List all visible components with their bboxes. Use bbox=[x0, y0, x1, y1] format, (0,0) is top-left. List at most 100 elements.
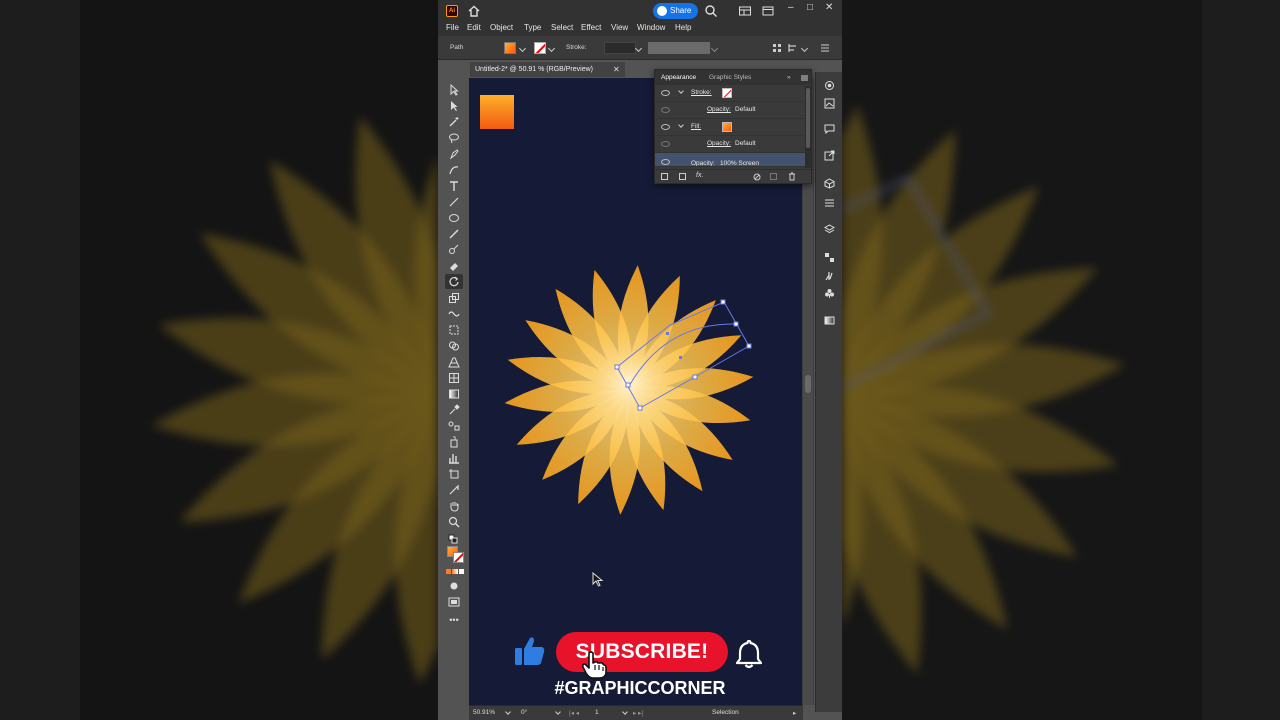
close-window-button[interactable]: ✕ bbox=[825, 2, 833, 13]
minimize-button[interactable]: – bbox=[788, 2, 794, 13]
curvature-tool-icon[interactable] bbox=[448, 164, 460, 176]
image-trace-icon[interactable] bbox=[824, 98, 835, 109]
blend-tool-icon[interactable] bbox=[448, 420, 460, 432]
slice-tool-icon[interactable] bbox=[448, 484, 460, 496]
menu-view[interactable]: View bbox=[611, 23, 628, 32]
3d-materials-icon[interactable] bbox=[824, 178, 835, 189]
direct-selection-tool-icon[interactable] bbox=[448, 100, 460, 112]
arrange-documents-icon[interactable] bbox=[761, 4, 775, 18]
shape-builder-tool-icon[interactable] bbox=[448, 340, 460, 352]
close-tab-icon[interactable]: ✕ bbox=[613, 65, 620, 74]
panel-menu-icon[interactable] bbox=[820, 43, 830, 53]
scrollbar-thumb[interactable] bbox=[805, 375, 811, 393]
collapse-panel-icon[interactable]: » bbox=[787, 74, 791, 81]
fill-swatch[interactable] bbox=[504, 42, 516, 54]
perspective-grid-tool-icon[interactable] bbox=[448, 356, 460, 368]
symbol-sprayer-tool-icon[interactable] bbox=[448, 436, 460, 448]
visibility-eye-icon[interactable] bbox=[661, 124, 670, 130]
stroke-weight-dropdown-icon[interactable] bbox=[634, 44, 643, 53]
menu-help[interactable]: Help bbox=[675, 23, 691, 32]
pen-tool-icon[interactable] bbox=[448, 148, 460, 160]
menu-edit[interactable]: Edit bbox=[467, 23, 481, 32]
comments-icon[interactable] bbox=[824, 124, 835, 135]
artboard-dropdown-icon[interactable] bbox=[622, 709, 628, 715]
rotation-value[interactable]: 0° bbox=[521, 709, 527, 716]
zoom-dropdown-icon[interactable] bbox=[505, 709, 511, 715]
hand-tool-icon[interactable] bbox=[448, 500, 460, 512]
stroke-attribute-swatch[interactable] bbox=[722, 88, 732, 98]
object-opacity-label[interactable]: Opacity: bbox=[691, 160, 715, 166]
expand-arrow-icon[interactable] bbox=[678, 88, 684, 94]
profile-dropdown-icon[interactable] bbox=[710, 44, 719, 53]
color-mode-buttons[interactable] bbox=[446, 569, 464, 574]
add-stroke-icon[interactable] bbox=[661, 173, 668, 180]
add-effect-icon[interactable]: fx. bbox=[696, 172, 703, 179]
lasso-tool-icon[interactable] bbox=[448, 132, 460, 144]
magic-wand-tool-icon[interactable] bbox=[448, 116, 460, 128]
fill-attribute-label[interactable]: Fill: bbox=[691, 123, 701, 130]
menu-effect[interactable]: Effect bbox=[581, 23, 601, 32]
visibility-eye-icon[interactable] bbox=[661, 141, 670, 147]
appearance-scrollbar-thumb[interactable] bbox=[806, 88, 810, 148]
fill-dropdown-icon[interactable] bbox=[518, 44, 527, 53]
stroke-opacity-label[interactable]: Opacity: bbox=[707, 106, 731, 113]
delete-item-icon[interactable] bbox=[788, 172, 796, 181]
share-button[interactable]: Share bbox=[653, 3, 698, 19]
libraries-icon[interactable] bbox=[824, 252, 835, 263]
appearance-row-object-opacity[interactable]: Opacity: 100% Screen bbox=[655, 153, 805, 167]
symbols-icon[interactable] bbox=[824, 288, 835, 299]
brushes-icon[interactable] bbox=[824, 270, 835, 281]
shaper-tool-icon[interactable] bbox=[448, 244, 460, 256]
variable-width-profile[interactable] bbox=[648, 42, 710, 54]
duplicate-item-icon[interactable] bbox=[770, 173, 777, 180]
stroke-color-box[interactable] bbox=[453, 552, 464, 563]
panel-options-icon[interactable] bbox=[801, 75, 808, 81]
appearance-row-stroke-opacity[interactable]: Opacity: Default bbox=[655, 102, 805, 119]
align-icon[interactable] bbox=[772, 43, 782, 53]
add-fill-icon[interactable] bbox=[679, 173, 686, 180]
appearance-scrollbar[interactable] bbox=[805, 86, 811, 168]
rotate-tool-icon[interactable] bbox=[445, 274, 463, 289]
visibility-eye-icon[interactable] bbox=[661, 107, 670, 113]
tab-graphic-styles[interactable]: Graphic Styles bbox=[709, 74, 751, 81]
transform-dropdown-icon[interactable] bbox=[800, 44, 809, 53]
stroke-attribute-label[interactable]: Stroke: bbox=[691, 89, 712, 96]
next-artboard-icon[interactable]: ▸ ▸| bbox=[633, 709, 643, 717]
home-icon[interactable] bbox=[467, 4, 481, 18]
screen-mode-icon[interactable] bbox=[448, 596, 460, 608]
appearance-panel-icon[interactable] bbox=[824, 80, 835, 91]
visibility-eye-icon[interactable] bbox=[661, 159, 670, 165]
maximize-button[interactable]: □ bbox=[807, 2, 813, 13]
menu-type[interactable]: Type bbox=[524, 23, 541, 32]
warp-tool-icon[interactable] bbox=[448, 308, 460, 320]
column-graph-tool-icon[interactable] bbox=[448, 452, 460, 464]
free-transform-tool-icon[interactable] bbox=[448, 324, 460, 336]
clear-appearance-icon[interactable] bbox=[753, 173, 761, 181]
zoom-tool-icon[interactable] bbox=[448, 516, 460, 528]
paintbrush-tool-icon[interactable] bbox=[448, 228, 460, 240]
gradient-panel-icon[interactable] bbox=[824, 315, 835, 326]
export-icon[interactable] bbox=[824, 150, 835, 161]
eyedropper-tool-icon[interactable] bbox=[448, 404, 460, 416]
ellipse-tool-icon[interactable] bbox=[448, 212, 460, 224]
status-menu-arrow-icon[interactable]: ▸ bbox=[793, 709, 796, 717]
search-icon[interactable] bbox=[704, 4, 718, 18]
artboard-tool-icon[interactable] bbox=[448, 468, 460, 480]
gradient-swatch-square[interactable] bbox=[480, 95, 514, 129]
fill-opacity-label[interactable]: Opacity: bbox=[707, 140, 731, 147]
stroke-dropdown-icon[interactable] bbox=[547, 44, 556, 53]
eraser-tool-icon[interactable] bbox=[448, 260, 460, 272]
appearance-row-fill-opacity[interactable]: Opacity: Default bbox=[655, 136, 805, 153]
artboard-number[interactable]: 1 bbox=[595, 709, 599, 716]
document-tab[interactable]: Untitled-2* @ 50.91 % (RGB/Preview) ✕ bbox=[470, 61, 625, 77]
thumbs-up-icon[interactable] bbox=[513, 634, 547, 668]
type-tool-icon[interactable] bbox=[448, 180, 460, 192]
first-artboard-icon[interactable]: |◂ ◂ bbox=[569, 709, 579, 717]
tab-appearance[interactable]: Appearance bbox=[661, 74, 696, 81]
rotation-dropdown-icon[interactable] bbox=[555, 709, 561, 715]
line-tool-icon[interactable] bbox=[448, 196, 460, 208]
stroke-swatch[interactable] bbox=[534, 42, 546, 54]
layers-icon[interactable] bbox=[824, 224, 835, 235]
menu-select[interactable]: Select bbox=[551, 23, 573, 32]
workspace-icon[interactable] bbox=[738, 4, 752, 18]
